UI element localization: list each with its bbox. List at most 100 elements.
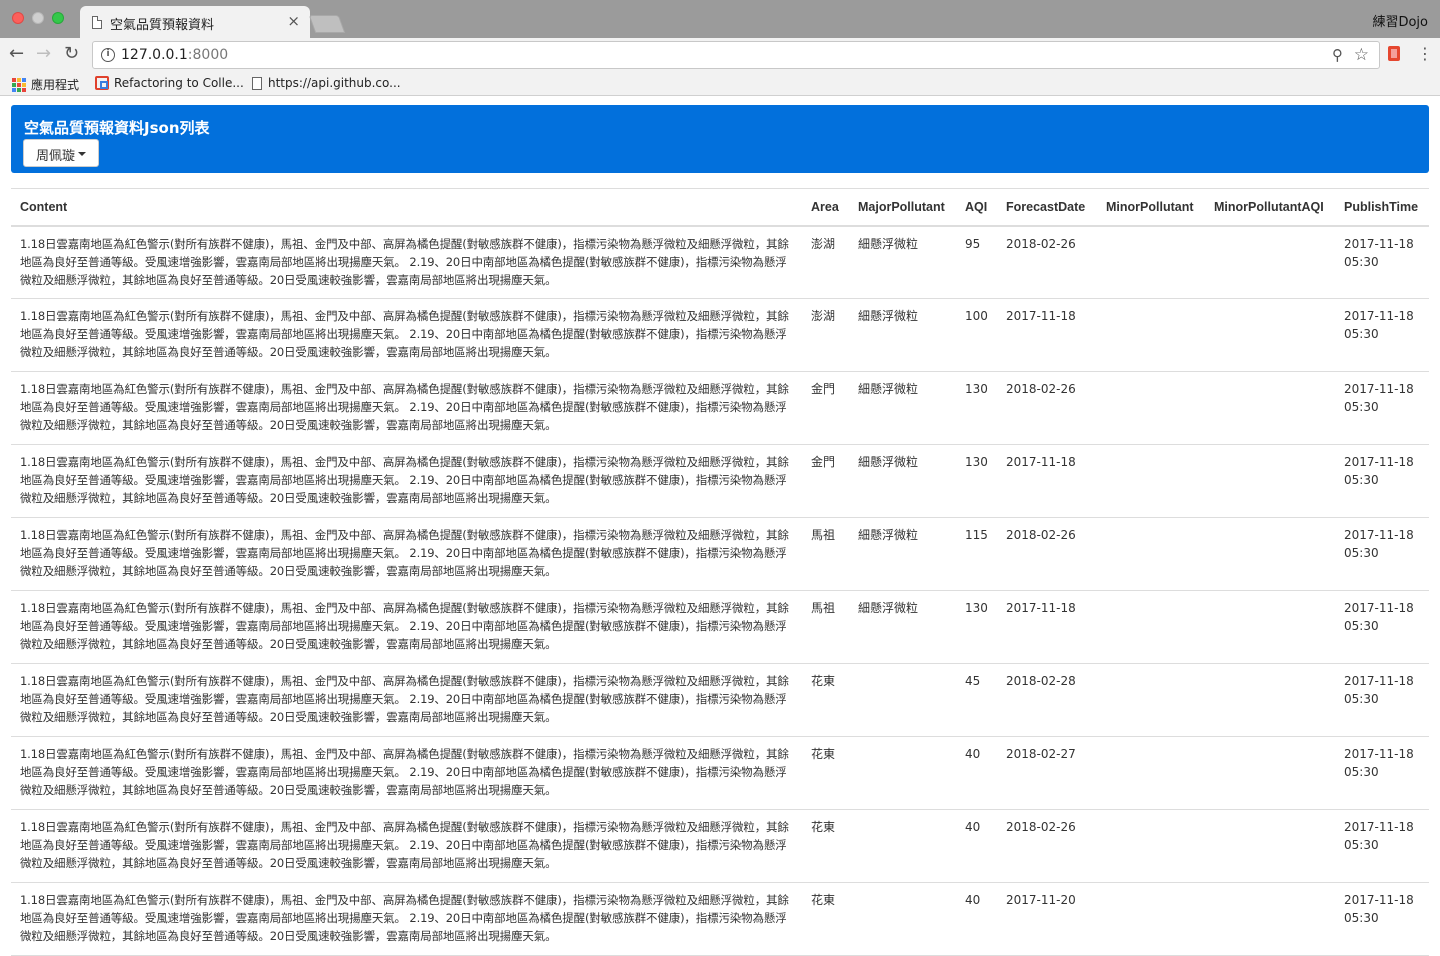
- column-header-publish-time[interactable]: PublishTime: [1335, 188, 1429, 227]
- extension-icon[interactable]: [1388, 46, 1400, 61]
- bookmark-label: 應用程式: [31, 78, 80, 92]
- table-row: 1.18日雲嘉南地區為紅色警示(對所有族群不健康)，馬祖、金門及中部、高屏為橘色…: [11, 590, 1429, 664]
- table-row: 1.18日雲嘉南地區為紅色警示(對所有族群不健康)，馬祖、金門及中部、高屏為橘色…: [11, 225, 1429, 299]
- column-header-area[interactable]: Area: [802, 188, 849, 227]
- cell-minor-pollutant-aqi: [1205, 371, 1335, 445]
- url-text[interactable]: 127.0.0.1:8000: [121, 47, 228, 63]
- cell-area: 金門: [802, 371, 849, 445]
- column-header-aqi[interactable]: AQI: [956, 188, 997, 227]
- cell-minor-pollutant: [1097, 517, 1205, 591]
- cell-minor-pollutant: [1097, 371, 1205, 445]
- apps-grid-dot: [12, 87, 16, 92]
- cell-forecast-date: 2017-11-18: [997, 298, 1097, 372]
- cell-major-pollutant: [849, 663, 956, 737]
- cell-major-pollutant: 細懸浮微粒: [849, 590, 956, 664]
- cell-minor-pollutant-aqi: [1205, 298, 1335, 372]
- cell-area: 馬祖: [802, 590, 849, 664]
- column-header-minor-pollutant-aqi[interactable]: MinorPollutantAQI: [1205, 188, 1335, 227]
- cell-minor-pollutant: [1097, 882, 1205, 956]
- cell-forecast-date: 2018-02-26: [997, 517, 1097, 591]
- cell-aqi: 130: [956, 371, 997, 445]
- cell-minor-pollutant: [1097, 590, 1205, 664]
- cell-aqi: 115: [956, 517, 997, 591]
- cell-forecast-date: 2018-02-27: [997, 736, 1097, 810]
- user-dropdown-button[interactable]: 周佩璇: [23, 139, 99, 167]
- close-tab-icon[interactable]: ×: [287, 12, 300, 30]
- cell-aqi: 40: [956, 882, 997, 956]
- user-name: 周佩璇: [36, 149, 76, 164]
- column-header-content[interactable]: Content: [11, 188, 802, 227]
- cell-minor-pollutant: [1097, 444, 1205, 518]
- table-row: 1.18日雲嘉南地區為紅色警示(對所有族群不健康)，馬祖、金門及中部、高屏為橘色…: [11, 371, 1429, 445]
- cell-minor-pollutant-aqi: [1205, 225, 1335, 299]
- cell-forecast-date: 2018-02-26: [997, 371, 1097, 445]
- cell-area: 花東: [802, 736, 849, 810]
- table-row: 1.18日雲嘉南地區為紅色警示(對所有族群不健康)，馬祖、金門及中部、高屏為橘色…: [11, 517, 1429, 591]
- cell-content: 1.18日雲嘉南地區為紅色警示(對所有族群不健康)，馬祖、金門及中部、高屏為橘色…: [11, 517, 802, 591]
- cell-minor-pollutant: [1097, 663, 1205, 737]
- cell-minor-pollutant: [1097, 809, 1205, 883]
- reload-icon[interactable]: ↻: [64, 44, 79, 64]
- bookmark-github-api[interactable]: https://api.github.co...: [252, 76, 401, 90]
- cell-area: 花東: [802, 809, 849, 883]
- cell-area: 花東: [802, 882, 849, 956]
- window-close-button[interactable]: [12, 12, 24, 24]
- apps-grid-dot: [17, 87, 21, 92]
- new-tab-button[interactable]: [308, 15, 346, 33]
- cell-aqi: 40: [956, 736, 997, 810]
- table-row: 1.18日雲嘉南地區為紅色警示(對所有族群不健康)，馬祖、金門及中部、高屏為橘色…: [11, 809, 1429, 883]
- apps-grid-icon: [12, 77, 26, 92]
- bookmark-label: https://api.github.co...: [268, 76, 401, 90]
- back-arrow-icon[interactable]: ←: [9, 44, 24, 64]
- table-header-row: Content Area MajorPollutant AQI Forecast…: [11, 188, 1429, 227]
- address-bar[interactable]: i 127.0.0.1:8000 ⚲ ☆: [92, 41, 1380, 69]
- window-maximize-button[interactable]: [52, 12, 64, 24]
- cell-publish-time: 2017-11-18 05:30: [1335, 444, 1429, 518]
- cell-content: 1.18日雲嘉南地區為紅色警示(對所有族群不健康)，馬祖、金門及中部、高屏為橘色…: [11, 298, 802, 372]
- cell-forecast-date: 2017-11-18: [997, 590, 1097, 664]
- cell-minor-pollutant: [1097, 736, 1205, 810]
- cell-publish-time: 2017-11-18 05:30: [1335, 517, 1429, 591]
- cell-publish-time: 2017-11-18 05:30: [1335, 371, 1429, 445]
- browser-tab-active[interactable]: 空氣品質預報資料 ×: [80, 6, 310, 38]
- page-title: 空氣品質預報資料Json列表: [24, 119, 210, 137]
- cell-publish-time: 2017-11-18 05:30: [1335, 882, 1429, 956]
- column-header-forecast-date[interactable]: ForecastDate: [997, 188, 1097, 227]
- cell-aqi: 100: [956, 298, 997, 372]
- bookmark-refactoring[interactable]: Refactoring to Colle...: [95, 76, 244, 90]
- window-minimize-button[interactable]: [32, 12, 44, 24]
- table-row: 1.18日雲嘉南地區為紅色警示(對所有族群不健康)，馬祖、金門及中部、高屏為橘色…: [11, 882, 1429, 956]
- cell-minor-pollutant-aqi: [1205, 663, 1335, 737]
- cell-minor-pollutant-aqi: [1205, 444, 1335, 518]
- forward-arrow-icon[interactable]: →: [36, 44, 51, 64]
- bookmark-label: Refactoring to Colle...: [114, 76, 244, 90]
- cell-forecast-date: 2018-02-26: [997, 809, 1097, 883]
- profile-name[interactable]: 練習Dojo: [1372, 11, 1428, 30]
- cell-content: 1.18日雲嘉南地區為紅色警示(對所有族群不健康)，馬祖、金門及中部、高屏為橘色…: [11, 663, 802, 737]
- info-icon[interactable]: i: [101, 48, 115, 62]
- cell-forecast-date: 2017-11-20: [997, 882, 1097, 956]
- bookmark-star-icon[interactable]: ☆: [1354, 45, 1369, 65]
- cell-area: 金門: [802, 444, 849, 518]
- favicon-icon: [95, 76, 109, 90]
- cell-minor-pollutant-aqi: [1205, 517, 1335, 591]
- cell-minor-pollutant-aqi: [1205, 736, 1335, 810]
- cell-area: 馬祖: [802, 517, 849, 591]
- browser-titlebar: 空氣品質預報資料 × 練習Dojo: [0, 0, 1440, 38]
- zoom-icon[interactable]: ⚲: [1332, 46, 1343, 64]
- data-table-container: Content Area MajorPollutant AQI Forecast…: [11, 188, 1429, 956]
- cell-content: 1.18日雲嘉南地區為紅色警示(對所有族群不健康)，馬祖、金門及中部、高屏為橘色…: [11, 809, 802, 883]
- cell-major-pollutant: 細懸浮微粒: [849, 298, 956, 372]
- table-row: 1.18日雲嘉南地區為紅色警示(對所有族群不健康)，馬祖、金門及中部、高屏為橘色…: [11, 298, 1429, 372]
- column-header-minor-pollutant[interactable]: MinorPollutant: [1097, 188, 1205, 227]
- column-header-major-pollutant[interactable]: MajorPollutant: [849, 188, 956, 227]
- page-icon: [252, 76, 262, 90]
- cell-content: 1.18日雲嘉南地區為紅色警示(對所有族群不健康)，馬祖、金門及中部、高屏為橘色…: [11, 590, 802, 664]
- bookmark-apps[interactable]: 應用程式: [12, 76, 79, 93]
- cell-major-pollutant: 細懸浮微粒: [849, 517, 956, 591]
- cell-aqi: 95: [956, 225, 997, 299]
- cell-minor-pollutant-aqi: [1205, 590, 1335, 664]
- apps-grid-dot: [12, 77, 16, 82]
- kebab-menu-icon[interactable]: ⋮: [1417, 44, 1433, 63]
- cell-publish-time: 2017-11-18 05:30: [1335, 809, 1429, 883]
